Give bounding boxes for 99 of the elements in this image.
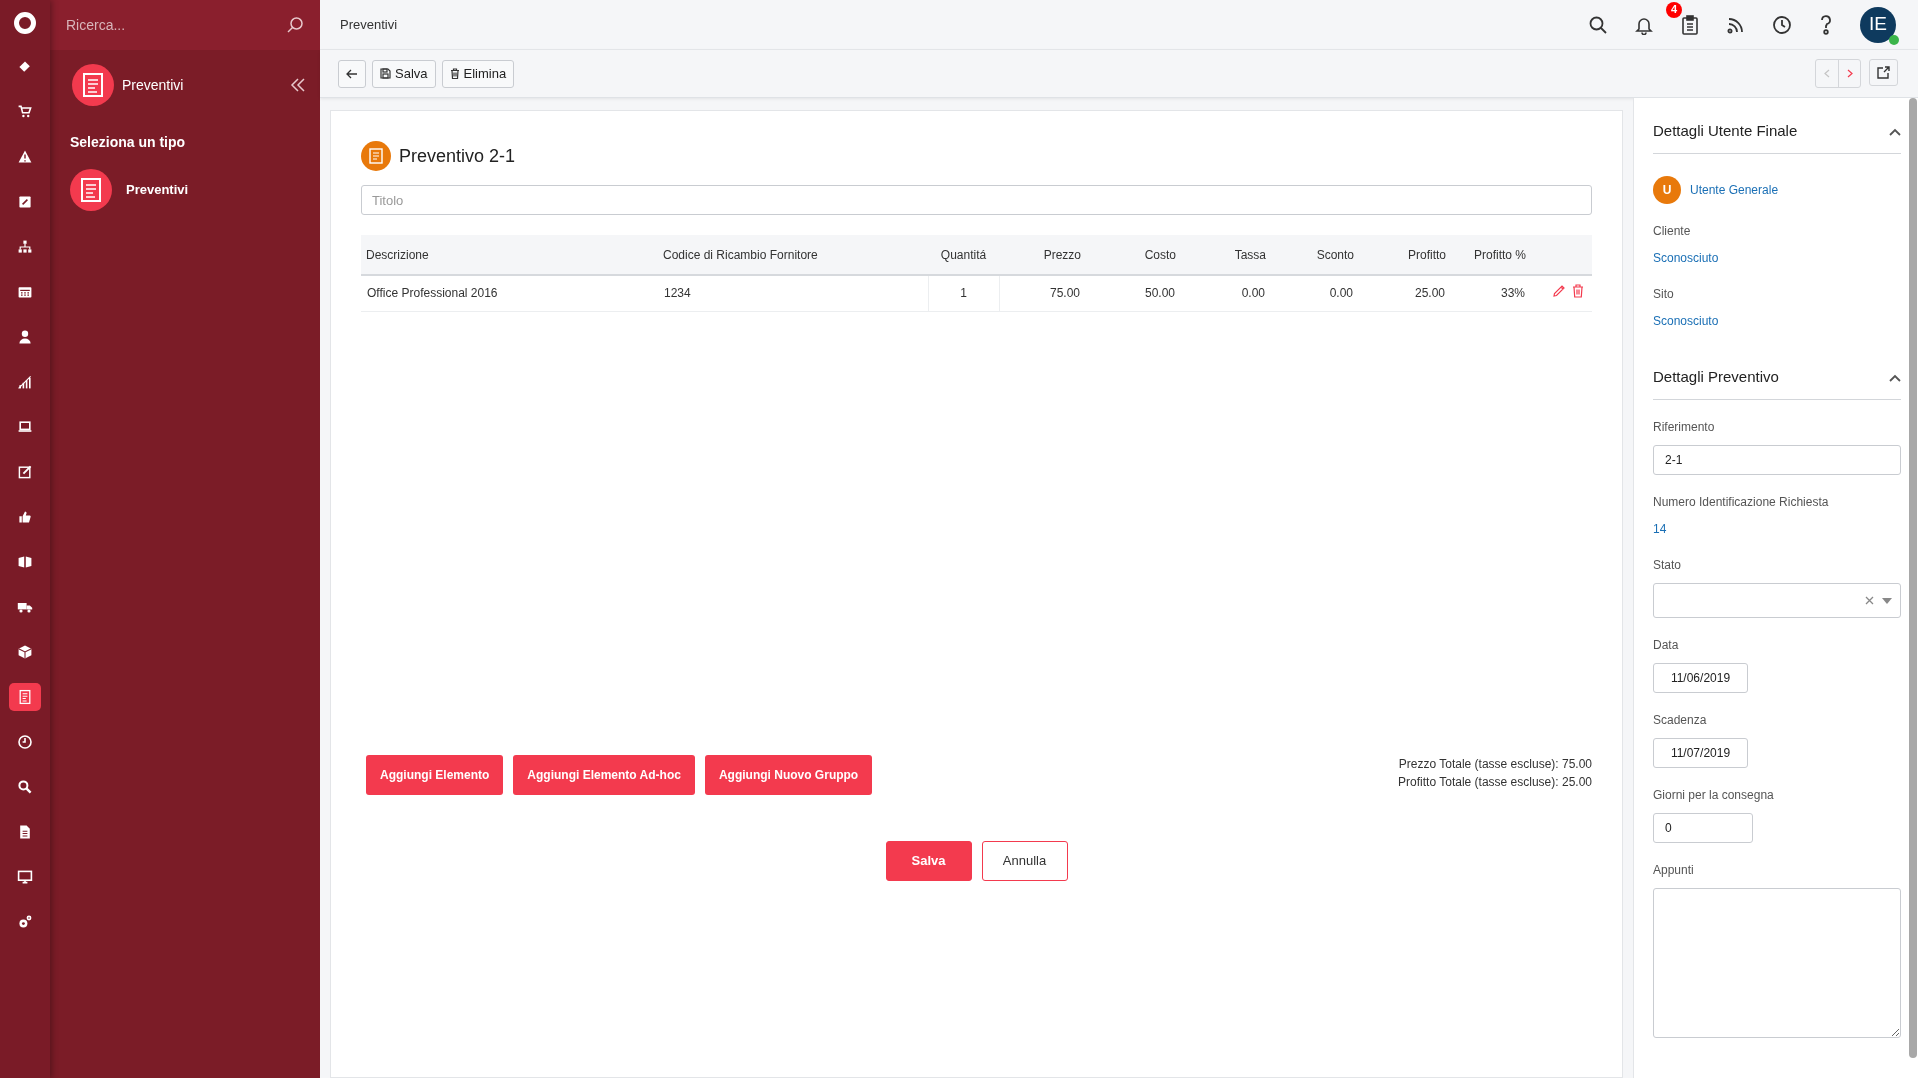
select-field[interactable] <box>1653 583 1901 618</box>
field-label: Scadenza <box>1653 712 1708 729</box>
total-text: Prezzo Totale (tasse escluse): 75.00 <box>1398 756 1592 773</box>
document-icon <box>17 824 33 840</box>
search-icon <box>286 16 304 34</box>
field-link[interactable]: Sconosciuto <box>1653 249 1901 267</box>
user-avatar: U <box>1653 176 1681 204</box>
add-button[interactable]: Aggiungi Elemento <box>366 755 504 795</box>
edit-icon[interactable] <box>1552 283 1566 298</box>
page-title: Preventivi <box>340 15 398 34</box>
monitor-icon <box>17 869 33 885</box>
user-avatar[interactable]: IE <box>1860 6 1896 43</box>
column-header: Sconto <box>1271 235 1359 275</box>
table-cell: 0.00 <box>1181 275 1271 311</box>
field-label: Numero Identificazione Richiesta <box>1653 494 1830 511</box>
field-label: Data <box>1653 637 1680 654</box>
arrow-left-icon <box>346 68 358 79</box>
field-link[interactable]: 14 <box>1653 520 1901 538</box>
section-header[interactable]: Dettagli Preventivo <box>1653 356 1901 400</box>
column-header: Costo <box>1086 235 1181 275</box>
notes-field[interactable] <box>1653 888 1901 1038</box>
input-field[interactable]: 0 <box>1653 813 1753 843</box>
edit-icon <box>17 464 33 480</box>
quote-title: Preventivo 2-1 <box>399 144 516 168</box>
collapse-icon[interactable] <box>290 78 306 92</box>
person-icon <box>17 329 33 345</box>
save-button[interactable]: Salva <box>885 841 972 881</box>
section-header[interactable]: Dettagli Utente Finale <box>1653 110 1901 154</box>
type-picker-heading: Seleziona un tipo <box>69 133 187 152</box>
chart-icon <box>17 374 33 390</box>
date-field[interactable]: 11/07/2019 <box>1653 738 1748 768</box>
total-text: Profitto Totale (tasse escluse): 25.00 <box>1398 774 1592 791</box>
trash-icon <box>449 68 460 79</box>
column-header: Codice di Ricambio Fornitore <box>658 235 928 275</box>
search-field[interactable]: Ricerca... <box>50 0 320 50</box>
hierarchy-icon <box>17 239 33 255</box>
document-icon <box>361 141 391 171</box>
rail-item[interactable] <box>9 683 41 711</box>
open-external-button[interactable] <box>1869 59 1898 86</box>
table-cell: 25.00 <box>1359 275 1451 311</box>
dropdown-caret-icon <box>1882 597 1892 604</box>
notification-badge: 4 <box>1666 1 1682 18</box>
input-field[interactable]: 2-1 <box>1653 445 1901 475</box>
table-cell: 0.00 <box>1271 275 1359 311</box>
field-link[interactable]: Sconosciuto <box>1653 312 1901 330</box>
help-icon[interactable] <box>1818 13 1834 36</box>
clock-icon <box>17 734 33 750</box>
field-label: Giorni per la consegna <box>1653 787 1775 804</box>
add-button[interactable]: Aggiungi Elemento Ad-hoc <box>513 755 695 795</box>
back-button[interactable] <box>338 59 366 88</box>
title-field[interactable]: Titolo <box>361 185 1592 215</box>
cancel-button[interactable]: Annulla <box>981 841 1068 881</box>
user-link[interactable]: Utente Generale <box>1690 181 1779 199</box>
column-header: Profitto <box>1359 235 1451 275</box>
search-icon[interactable] <box>1588 14 1608 35</box>
table-cell: 33% <box>1451 275 1531 311</box>
module-title: Preventivi <box>122 75 184 95</box>
chevron-up-icon <box>1889 373 1901 382</box>
trash-icon[interactable] <box>1572 283 1584 298</box>
add-button[interactable]: Aggiungi Nuovo Gruppo <box>704 755 873 795</box>
table-cell: 50.00 <box>1086 275 1181 311</box>
app-logo[interactable] <box>14 12 36 34</box>
thumbs-up-icon <box>17 509 33 525</box>
field-label: Stato <box>1653 557 1683 574</box>
chevron-left-icon <box>1824 69 1830 78</box>
column-header: Tassa <box>1181 235 1271 275</box>
type-option[interactable]: Preventivi <box>50 165 320 215</box>
chevron-right-icon <box>1846 69 1853 78</box>
external-link-icon <box>1877 66 1890 79</box>
save-button[interactable]: Salva <box>372 59 436 88</box>
date-field[interactable]: 11/06/2019 <box>1653 663 1748 693</box>
chevron-up-icon <box>1889 127 1901 136</box>
box-icon <box>17 644 33 660</box>
field-label: Cliente <box>1653 223 1692 240</box>
field-label: Appunti <box>1653 862 1695 879</box>
table-cell: 75.00 <box>999 275 1086 311</box>
calendar-icon <box>17 284 33 300</box>
document-icon <box>17 689 33 705</box>
table-cell: Office Professional 2016 <box>361 275 658 311</box>
clock-icon[interactable] <box>1772 14 1792 35</box>
edit-icon <box>17 194 33 210</box>
clear-icon[interactable] <box>1865 596 1874 605</box>
field-label: Riferimento <box>1653 419 1716 436</box>
field-label: Sito <box>1653 286 1675 303</box>
document-icon <box>72 64 114 106</box>
laptop-icon <box>17 419 33 435</box>
column-header: Profitto % <box>1451 235 1531 275</box>
clipboard-icon[interactable] <box>1680 13 1700 36</box>
column-header: Descrizione <box>361 235 658 275</box>
search-icon <box>17 779 33 795</box>
table-cell: 1234 <box>658 275 928 311</box>
table-cell: 1 <box>928 275 999 311</box>
delete-button[interactable]: Elimina <box>441 59 515 88</box>
cart-icon <box>17 104 33 120</box>
warning-icon <box>17 149 33 165</box>
type-option-label: Preventivi <box>126 181 189 200</box>
column-header: Prezzo <box>999 235 1086 275</box>
column-header: Quantitá <box>928 235 999 275</box>
document-icon <box>70 169 112 211</box>
